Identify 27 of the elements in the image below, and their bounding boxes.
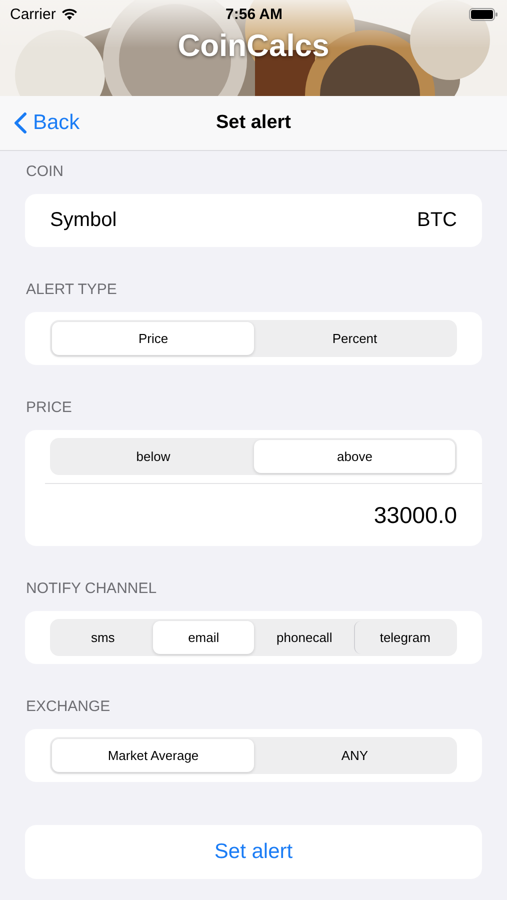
- segment-option[interactable]: Price: [52, 322, 254, 355]
- segment-option[interactable]: ANY: [254, 739, 455, 772]
- battery-icon: [469, 8, 498, 20]
- section-label: PRICE: [25, 398, 73, 418]
- section-label: EXCHANGE: [25, 697, 112, 717]
- segment-option[interactable]: phonecall: [254, 621, 354, 654]
- section-label: COIN: [25, 162, 64, 182]
- segment-option[interactable]: below: [52, 440, 254, 473]
- screen-title: Set alert: [216, 112, 291, 134]
- segment-option[interactable]: telegram: [354, 621, 455, 654]
- section-label: ALERT TYPE: [25, 280, 118, 300]
- segment-option[interactable]: Market Average: [52, 739, 254, 772]
- app-title: CoinCalcs: [176, 28, 330, 64]
- row-label: Symbol: [50, 209, 117, 232]
- carrier-label: Carrier: [10, 6, 56, 22]
- segment-option[interactable]: email: [152, 621, 254, 654]
- clock-time: 7:56 AM: [224, 6, 284, 22]
- section-label: NOTIFY CHANNEL: [25, 579, 158, 599]
- chevron-left-icon: [14, 112, 27, 134]
- segment-option[interactable]: above: [254, 440, 455, 473]
- wifi-icon: [60, 8, 78, 20]
- back-button[interactable]: Back: [14, 111, 80, 135]
- segment-option[interactable]: Percent: [254, 322, 455, 355]
- set-alert-button[interactable]: Set alert: [25, 825, 482, 879]
- price-value[interactable]: 33000.0: [25, 484, 482, 546]
- row-value: BTC: [417, 209, 457, 232]
- segment-option[interactable]: sms: [52, 621, 153, 654]
